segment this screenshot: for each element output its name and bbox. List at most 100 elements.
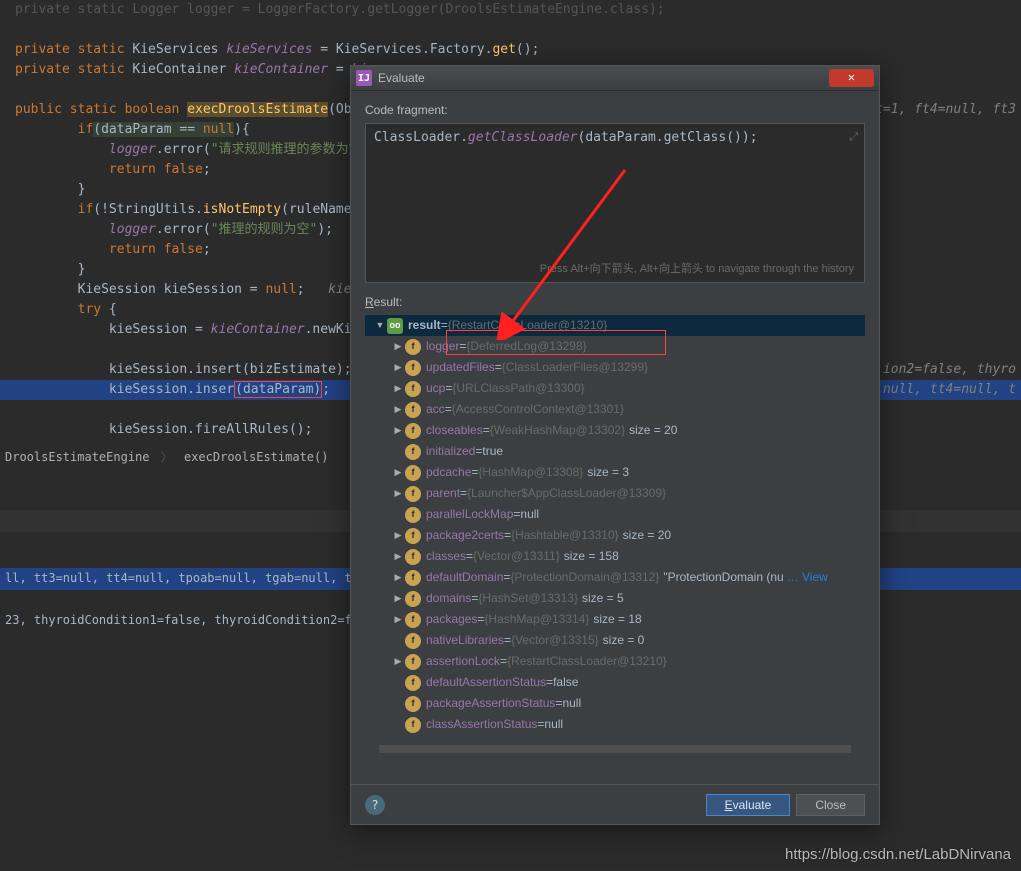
close-button[interactable]: Close bbox=[796, 794, 865, 816]
field-icon: f bbox=[405, 381, 421, 397]
field-value: true bbox=[482, 441, 503, 462]
field-icon: f bbox=[405, 486, 421, 502]
expand-arrow-icon[interactable]: ▶ bbox=[391, 483, 405, 504]
tree-row[interactable]: ▶fpdcache = {HashMap@13308} size = 3 bbox=[365, 462, 865, 483]
equals: = bbox=[504, 630, 511, 651]
tree-row[interactable]: ▶finitialized = true bbox=[365, 441, 865, 462]
field-icon: f bbox=[405, 528, 421, 544]
field-name: assertionLock bbox=[426, 651, 500, 672]
field-icon: f bbox=[405, 633, 421, 649]
expand-arrow-icon[interactable]: ▶ bbox=[391, 525, 405, 546]
field-icon: f bbox=[405, 591, 421, 607]
tree-row[interactable]: ▶fparallelLockMap = null bbox=[365, 504, 865, 525]
expand-arrow-icon[interactable]: ▶ bbox=[391, 336, 405, 357]
field-value: {Launcher$AppClassLoader@13309} bbox=[467, 483, 666, 504]
view-link[interactable]: … View bbox=[787, 567, 828, 588]
field-icon: f bbox=[405, 444, 421, 460]
expand-arrow-icon[interactable]: ▶ bbox=[391, 588, 405, 609]
field-name: pdcache bbox=[426, 462, 471, 483]
field-icon: f bbox=[405, 360, 421, 376]
app-icon: IJ bbox=[356, 70, 372, 86]
history-hint: Press Alt+向下箭头, Alt+向上箭头 to navigate thr… bbox=[540, 260, 854, 276]
field-value: {ClassLoaderFiles@13299} bbox=[502, 357, 648, 378]
equals: = bbox=[504, 525, 511, 546]
field-extra: size = 3 bbox=[587, 462, 629, 483]
field-name: package2certs bbox=[426, 525, 504, 546]
tree-row[interactable]: ▶fclasses = {Vector@13311} size = 158 bbox=[365, 546, 865, 567]
close-icon[interactable] bbox=[829, 69, 874, 87]
tree-row[interactable]: ▶fucp = {URLClassPath@13300} bbox=[365, 378, 865, 399]
tree-row[interactable]: ▶fnativeLibraries = {Vector@13315} size … bbox=[365, 630, 865, 651]
field-extra: size = 158 bbox=[564, 546, 619, 567]
code-line: private static KieServices kieServices =… bbox=[0, 40, 1021, 60]
equals: = bbox=[546, 672, 553, 693]
expand-arrow-icon[interactable]: ▶ bbox=[391, 651, 405, 672]
expand-arrow-icon[interactable]: ▶ bbox=[391, 546, 405, 567]
object-icon: oo bbox=[387, 318, 403, 334]
equals: = bbox=[513, 504, 520, 525]
result-tree[interactable]: ▼ooresult = {RestartClassLoader@13210}▶f… bbox=[365, 315, 865, 743]
tree-row[interactable]: ▶fdefaultAssertionStatus = false bbox=[365, 672, 865, 693]
tree-row[interactable]: ▶fpackage2certs = {Hashtable@13310} size… bbox=[365, 525, 865, 546]
equals: = bbox=[471, 588, 478, 609]
field-name: acc bbox=[426, 399, 445, 420]
field-value: {RestartClassLoader@13210} bbox=[507, 651, 667, 672]
field-value: null bbox=[544, 714, 563, 735]
field-extra: size = 20 bbox=[629, 420, 677, 441]
dialog-titlebar[interactable]: IJ Evaluate bbox=[351, 66, 879, 91]
field-value: {Hashtable@13310} bbox=[511, 525, 619, 546]
scrollbar[interactable] bbox=[379, 745, 851, 753]
tree-row[interactable]: ▶fcloseables = {WeakHashMap@13302} size … bbox=[365, 420, 865, 441]
expand-icon[interactable]: ⤢ bbox=[849, 130, 858, 144]
field-value: {HashMap@13308} bbox=[478, 462, 583, 483]
field-icon: f bbox=[405, 675, 421, 691]
field-extra: size = 5 bbox=[582, 588, 624, 609]
red-highlight-box bbox=[446, 330, 666, 355]
equals: = bbox=[477, 609, 484, 630]
evaluate-button[interactable]: Evaluate bbox=[706, 794, 791, 816]
field-icon: f bbox=[405, 612, 421, 628]
evaluate-dialog: IJ Evaluate Code fragment: ClassLoader.g… bbox=[350, 65, 880, 825]
result-label: RResult:esult: bbox=[365, 295, 865, 309]
field-value: {WeakHashMap@13302} bbox=[490, 420, 625, 441]
field-value: {Vector@13311} bbox=[473, 546, 560, 567]
field-icon: f bbox=[405, 402, 421, 418]
equals: = bbox=[537, 714, 544, 735]
expand-arrow-icon[interactable]: ▶ bbox=[391, 357, 405, 378]
tree-row[interactable]: ▶fpackageAssertionStatus = null bbox=[365, 693, 865, 714]
breadcrumb-item[interactable]: execDroolsEstimate() bbox=[184, 450, 329, 464]
field-name: ucp bbox=[426, 378, 445, 399]
field-icon: f bbox=[405, 507, 421, 523]
help-icon[interactable]: ? bbox=[365, 795, 385, 815]
field-extra: size = 18 bbox=[593, 609, 641, 630]
tree-row[interactable]: ▶fassertionLock = {RestartClassLoader@13… bbox=[365, 651, 865, 672]
tree-row[interactable]: ▶facc = {AccessControlContext@13301} bbox=[365, 399, 865, 420]
tree-row[interactable]: ▶fpackages = {HashMap@13314} size = 18 bbox=[365, 609, 865, 630]
expand-arrow-icon[interactable]: ▶ bbox=[391, 567, 405, 588]
expand-arrow-icon[interactable]: ▼ bbox=[373, 315, 387, 336]
tree-row[interactable]: ▶f updatedFiles = {ClassLoaderFiles@13299… bbox=[365, 357, 865, 378]
breadcrumb-item[interactable]: DroolsEstimateEngine bbox=[5, 450, 150, 464]
field-name: parent bbox=[426, 483, 460, 504]
expand-arrow-icon[interactable]: ▶ bbox=[391, 378, 405, 399]
field-name: closeables bbox=[426, 420, 483, 441]
expand-arrow-icon[interactable]: ▶ bbox=[391, 609, 405, 630]
expand-arrow-icon[interactable]: ▶ bbox=[391, 462, 405, 483]
field-name: updatedFiles bbox=[426, 357, 495, 378]
field-name: classAssertionStatus bbox=[426, 714, 537, 735]
expand-arrow-icon[interactable]: ▶ bbox=[391, 399, 405, 420]
tree-row[interactable]: ▶fdomains = {HashSet@13313} size = 5 bbox=[365, 588, 865, 609]
breadcrumb[interactable]: DroolsEstimateEngine 〉 execDroolsEstimat… bbox=[0, 445, 328, 469]
field-extra: size = 0 bbox=[603, 630, 645, 651]
field-icon: f bbox=[405, 717, 421, 733]
field-name: parallelLockMap bbox=[426, 504, 513, 525]
equals: = bbox=[445, 378, 452, 399]
equals: = bbox=[495, 357, 502, 378]
tree-row[interactable]: ▶fclassAssertionStatus = null bbox=[365, 714, 865, 735]
code-fragment-input[interactable]: ClassLoader.getClassLoader(dataParam.get… bbox=[365, 123, 865, 283]
tree-row[interactable]: ▶fdefaultDomain = {ProtectionDomain@1331… bbox=[365, 567, 865, 588]
field-icon: f bbox=[405, 570, 421, 586]
tree-row[interactable]: ▶fparent = {Launcher$AppClassLoader@1330… bbox=[365, 483, 865, 504]
expand-arrow-icon[interactable]: ▶ bbox=[391, 420, 405, 441]
equals: = bbox=[503, 567, 510, 588]
